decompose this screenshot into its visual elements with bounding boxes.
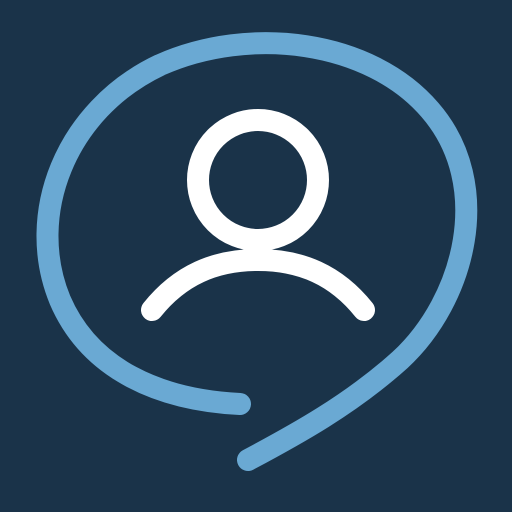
user-speech-bubble-icon: [0, 0, 512, 512]
app-icon: [0, 0, 512, 512]
